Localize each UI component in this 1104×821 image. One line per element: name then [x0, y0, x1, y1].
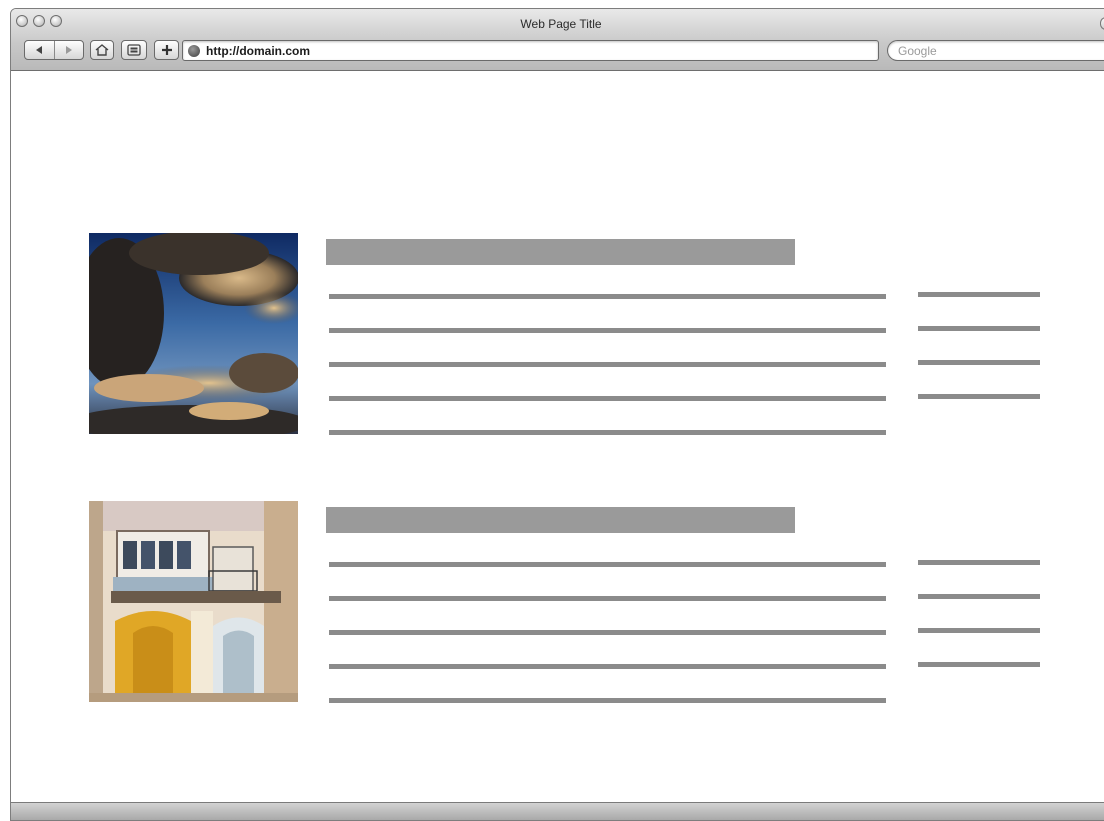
address-bar[interactable]: http://domain.com [182, 40, 879, 61]
side-text-line [918, 394, 1040, 399]
forward-arrow-icon [65, 46, 72, 54]
text-line [329, 562, 886, 567]
text-line [329, 328, 886, 333]
forward-button[interactable] [55, 41, 84, 59]
status-bar [11, 802, 1104, 820]
plus-icon [161, 45, 172, 55]
item-thumbnail-sky [89, 233, 298, 434]
text-line [329, 396, 886, 401]
item-thumbnail-building [89, 501, 298, 702]
side-text-line [918, 662, 1040, 667]
search-field[interactable] [887, 40, 1104, 61]
back-arrow-icon [36, 46, 43, 54]
text-line [329, 596, 886, 601]
text-line [329, 664, 886, 669]
sky-clouds-photo [89, 233, 298, 434]
text-line [329, 362, 886, 367]
address-url[interactable]: http://domain.com [206, 44, 310, 58]
bookmarks-icon [127, 44, 141, 56]
item-heading-placeholder [326, 507, 795, 533]
back-button[interactable] [25, 41, 55, 59]
text-line [329, 698, 886, 703]
browser-chrome: Web Page Title http://domain.com [11, 9, 1104, 71]
window-title: Web Page Title [520, 17, 602, 31]
side-text-line [918, 326, 1040, 331]
toolbar-toggle-button[interactable] [1100, 17, 1104, 30]
home-button[interactable] [90, 40, 114, 60]
side-text-line [918, 594, 1040, 599]
side-text-line [918, 292, 1040, 297]
side-text-line [918, 360, 1040, 365]
globe-icon [188, 44, 200, 57]
side-text-line [918, 560, 1040, 565]
add-bookmark-button[interactable] [154, 40, 179, 60]
search-input[interactable] [898, 43, 1098, 58]
home-icon [95, 44, 109, 56]
text-line [329, 430, 886, 435]
building-balcony-photo [89, 501, 298, 702]
item-heading-placeholder [326, 239, 795, 265]
text-line [329, 294, 886, 299]
text-line [329, 630, 886, 635]
browser-window: Web Page Title http://domain.com [10, 8, 1104, 821]
bookmarks-button[interactable] [121, 40, 147, 60]
side-text-line [918, 628, 1040, 633]
back-forward-control [24, 40, 84, 60]
